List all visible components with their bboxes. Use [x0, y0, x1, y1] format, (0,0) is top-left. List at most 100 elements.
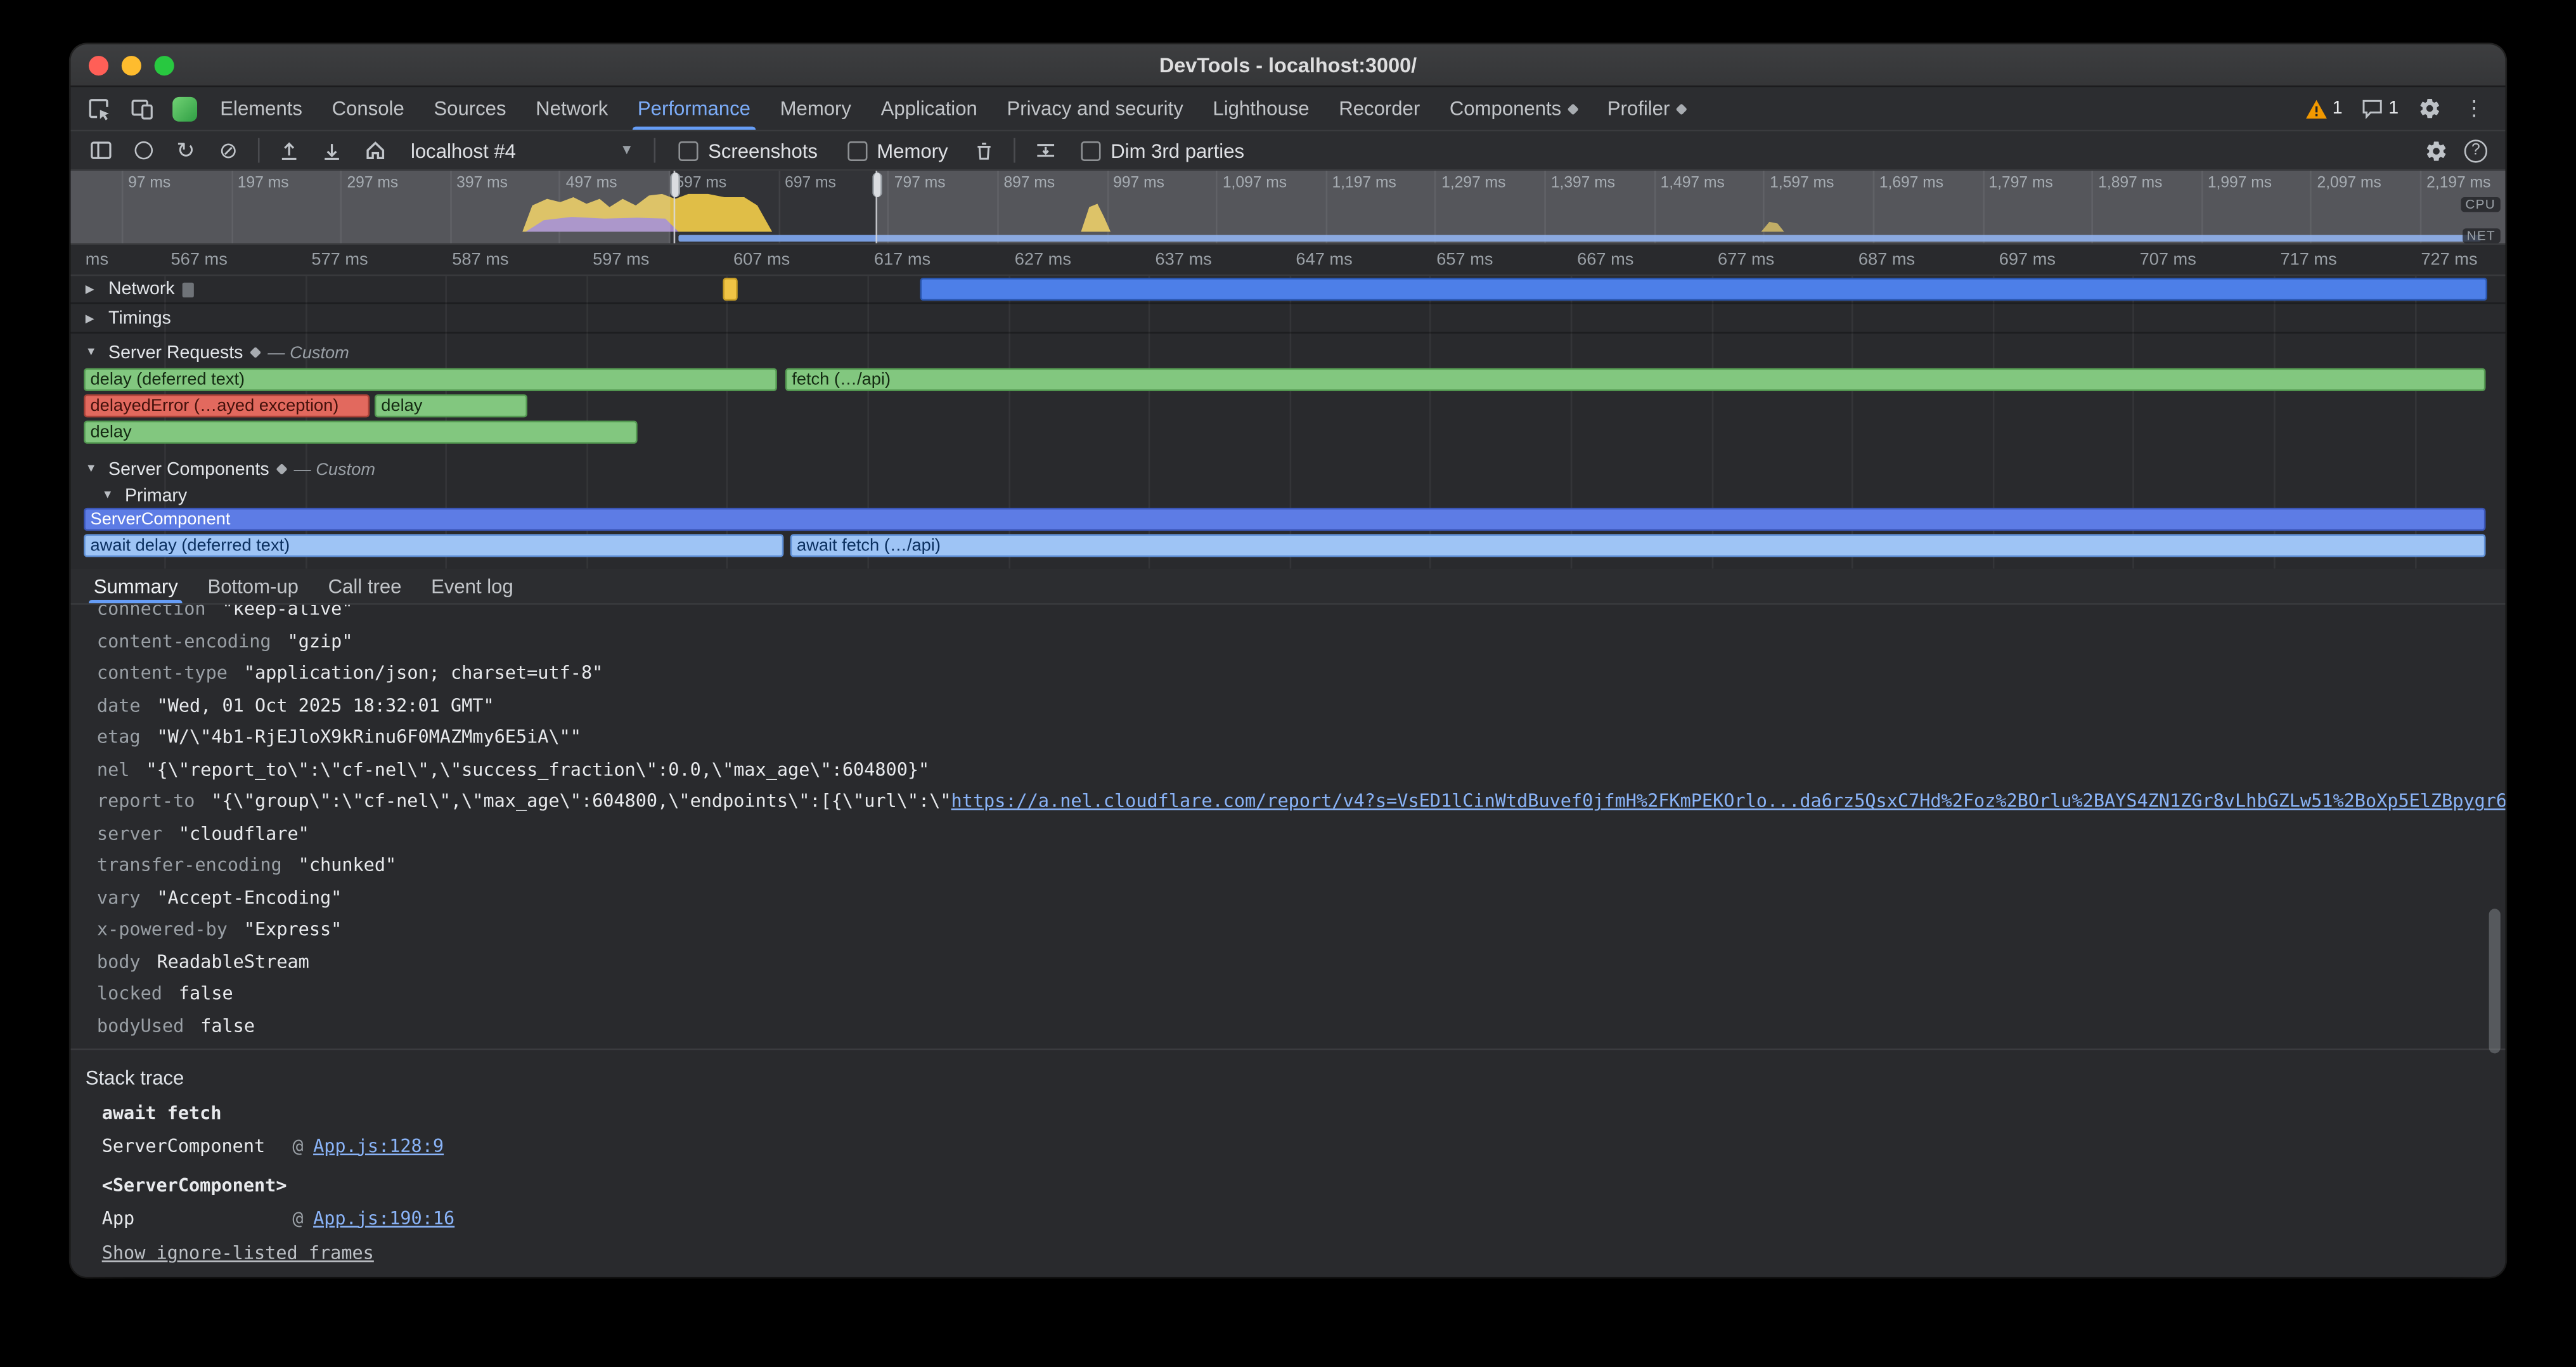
timeline-overview[interactable]: 97 ms197 ms297 ms397 ms497 ms597 ms697 m…: [70, 171, 2505, 245]
report-to-url-link[interactable]: https://a.nel.cloudflare.com/report/v4?s…: [951, 791, 2506, 812]
flame-event-bar-servercomponent[interactable]: ServerComponent: [84, 508, 2485, 531]
stack-at-symbol: @: [292, 1207, 303, 1229]
chevron-right-icon[interactable]: ▶: [86, 283, 100, 296]
flame-event-bar-delay-deferred-text[interactable]: delay (deferred text): [84, 368, 777, 391]
tab-lighthouse[interactable]: Lighthouse: [1198, 87, 1324, 129]
details-scrollbar-thumb[interactable]: [2489, 909, 2501, 1053]
ruler-tick-label: 597 ms: [593, 250, 649, 269]
stack-group-header: await fetch: [70, 1098, 2505, 1130]
history-dropdown[interactable]: localhost #4 ▾: [397, 136, 644, 165]
clear-button[interactable]: ⊘: [209, 133, 248, 169]
tabbar-right-actions: 1 1 ⋮: [2296, 87, 2506, 129]
track-server-components[interactable]: ▼ Server Components — Custom: [70, 455, 2505, 483]
close-window-button[interactable]: [89, 55, 108, 75]
performance-settings-gear-icon[interactable]: [2417, 133, 2456, 169]
collect-garbage-icon[interactable]: [965, 133, 1004, 169]
devtools-window: DevTools - localhost:3000/ ElementsConso…: [70, 44, 2505, 1277]
details-tab-bottom-up[interactable]: Bottom-up: [193, 569, 313, 603]
details-tab-summary[interactable]: Summary: [79, 569, 193, 603]
tab-elements[interactable]: Elements: [205, 87, 317, 129]
tab-recorder[interactable]: Recorder: [1324, 87, 1435, 129]
toolbar-separator: [258, 138, 260, 163]
group-label: Primary: [125, 486, 187, 505]
toggle-sidebar-icon[interactable]: [80, 133, 120, 169]
warnings-indicator[interactable]: 1: [2296, 98, 2351, 119]
tab-label: Lighthouse: [1213, 97, 1309, 120]
track-label: Network: [108, 280, 175, 299]
help-icon[interactable]: ?: [2456, 133, 2496, 169]
header-row: transfer-encoding"chunked": [70, 850, 2505, 882]
details-tab-event-log[interactable]: Event log: [416, 569, 528, 603]
tab-label: Memory: [780, 97, 851, 120]
ruler-tick-label: 627 ms: [1015, 250, 1071, 269]
kebab-menu-icon[interactable]: ⋮: [2453, 95, 2496, 121]
tab-console[interactable]: Console: [317, 87, 419, 129]
tab-memory[interactable]: Memory: [765, 87, 866, 129]
panel-tabs: ElementsConsole Sources NetworkPerformance…: [205, 87, 1701, 129]
overview-dim-left: [70, 171, 670, 243]
custom-track-note: — Custom: [293, 459, 375, 479]
header-value: "keep-alive": [222, 605, 353, 620]
source-location-link[interactable]: App.js:128:9: [313, 1135, 444, 1156]
chevron-right-icon[interactable]: ▶: [86, 312, 100, 325]
stack-frame: App@App.js:190:16: [70, 1202, 2505, 1234]
show-ignore-listed-link[interactable]: Show ignore-listed frames: [102, 1242, 374, 1264]
record-button[interactable]: [123, 133, 162, 169]
timeline-ruler: ms 567 ms577 ms587 ms597 ms607 ms617 ms6…: [70, 245, 2505, 276]
tab-performance[interactable]: Performance: [623, 87, 766, 129]
tab-profiler[interactable]: Profiler: [1592, 87, 1701, 129]
ruler-tick-label: 577 ms: [311, 250, 368, 269]
track-grip-icon[interactable]: [183, 282, 195, 297]
selection-left-handle[interactable]: [670, 172, 680, 197]
tab-privacy-and-security[interactable]: Privacy and security: [992, 87, 1198, 129]
flame-event-bar-delay[interactable]: delay: [375, 394, 527, 417]
inspect-element-button[interactable]: [77, 87, 120, 129]
details-tab-call-tree[interactable]: Call tree: [313, 569, 416, 603]
chevron-down-icon[interactable]: ▼: [86, 463, 100, 475]
record-and-reload-button[interactable]: ↻: [166, 133, 205, 169]
tab-sources[interactable]: Sources: [419, 87, 521, 129]
dim-3rd-parties-checkbox[interactable]: Dim 3rd parties: [1068, 139, 1258, 162]
header-row: content-encoding"gzip": [70, 625, 2505, 658]
header-key: transfer-encoding: [97, 855, 282, 876]
live-metrics-home-button[interactable]: [355, 133, 394, 169]
flame-event-bar-await-delay-deferred-text[interactable]: await delay (deferred text): [84, 534, 783, 557]
source-location-link[interactable]: App.js:190:16: [313, 1207, 454, 1229]
save-profile-button[interactable]: [312, 133, 351, 169]
chevron-down-icon[interactable]: ▼: [86, 347, 100, 358]
flame-event-bar-delay[interactable]: delay: [84, 421, 637, 444]
header-row: connection"keep-alive": [70, 605, 2505, 625]
issues-indicator[interactable]: 1: [2352, 97, 2407, 120]
track-server-requests[interactable]: ▼ Server Requests — Custom: [70, 339, 2505, 366]
tab-network[interactable]: Network: [521, 87, 623, 129]
device-toolbar-button[interactable]: [120, 87, 162, 129]
load-profile-button[interactable]: [269, 133, 309, 169]
flame-event-bar-delayederror-ayed-exception[interactable]: delayedError (…ayed exception): [84, 394, 370, 417]
tab-application[interactable]: Application: [866, 87, 992, 129]
group-primary[interactable]: ▼ Primary: [70, 481, 2505, 509]
network-conditions-icon[interactable]: [1025, 133, 1064, 169]
chevron-down-icon[interactable]: ▼: [102, 489, 117, 501]
minimize-window-button[interactable]: [122, 55, 141, 75]
devtools-tabbar: ElementsConsole Sources NetworkPerformance…: [70, 87, 2505, 131]
track-network[interactable]: ▶ Network: [70, 276, 2505, 304]
flame-event-bar-fetch-api[interactable]: fetch (…/api): [785, 368, 2486, 391]
tab-components[interactable]: Components: [1435, 87, 1593, 129]
window-titlebar[interactable]: DevTools - localhost:3000/: [70, 44, 2505, 87]
ruler-tick-label: 647 ms: [1296, 250, 1352, 269]
flame-chart-area[interactable]: ▶ Network ▶ Timings ▼ Server Requests — …: [70, 276, 2505, 568]
selection-right-handle[interactable]: [872, 172, 882, 197]
header-value: "gzip": [287, 631, 352, 652]
settings-gear-icon[interactable]: [2409, 97, 2451, 120]
zoom-window-button[interactable]: [155, 55, 174, 75]
memory-checkbox[interactable]: Memory: [834, 139, 961, 162]
extension-badge-icon: [1677, 103, 1688, 114]
tab-label: Sources: [434, 97, 506, 120]
header-row: vary"Accept-Encoding": [70, 882, 2505, 914]
screenshots-checkbox[interactable]: Screenshots: [666, 139, 831, 162]
header-key: bodyUsed: [97, 1015, 184, 1037]
extension-icon[interactable]: [163, 87, 205, 129]
stack-at-symbol: @: [292, 1135, 303, 1156]
track-timings[interactable]: ▶ Timings: [70, 306, 2505, 334]
flame-event-bar-await-fetch-api[interactable]: await fetch (…/api): [790, 534, 2486, 557]
